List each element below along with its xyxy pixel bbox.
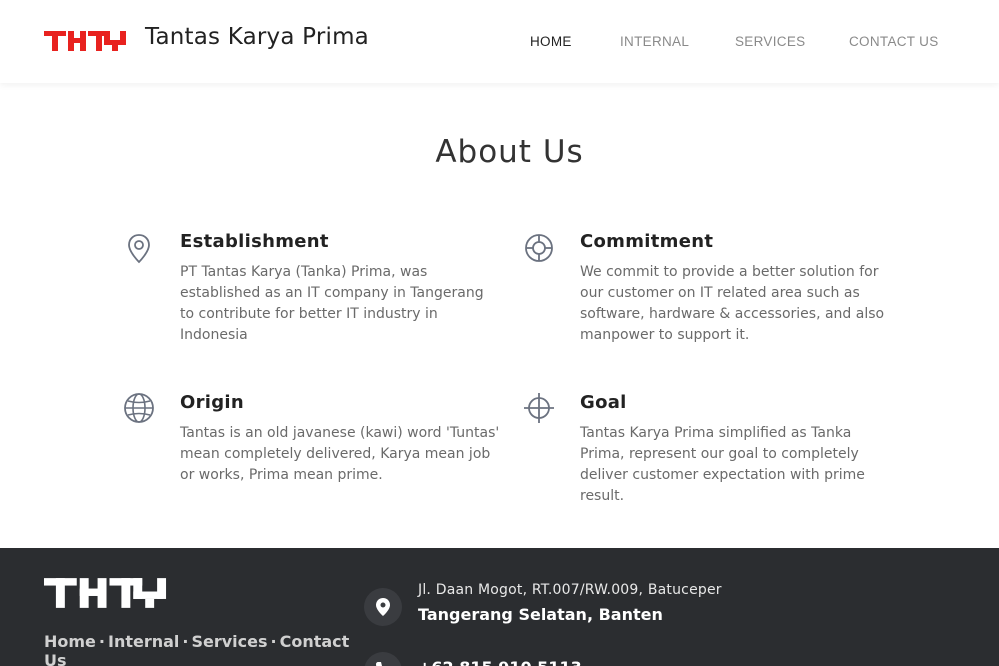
feature-title-commitment: Commitment — [580, 231, 714, 252]
lifebuoy-icon — [525, 234, 553, 262]
brand-name[interactable]: Tantas Karya Prima — [145, 24, 369, 50]
address-line-1: Jl. Daan Mogot, RT.007/RW.009, Batuceper — [418, 582, 722, 598]
footer-link-services[interactable]: Services — [191, 632, 267, 651]
crosshair-icon — [524, 393, 554, 423]
separator: · — [182, 632, 189, 651]
phone-number[interactable]: +62 815 910 5113 — [418, 658, 582, 666]
map-pin-icon — [128, 234, 150, 264]
site-header: Tantas Karya Prima HOME INTERNAL SERVICE… — [0, 0, 999, 83]
feature-text-commitment: We commit to provide a better solution f… — [580, 264, 885, 343]
feature-text-establishment: PT Tantas Karya (Tanka) Prima, was estab… — [180, 264, 484, 343]
feature-title-goal: Goal — [580, 392, 627, 413]
nav-internal[interactable]: INTERNAL — [620, 34, 689, 49]
footer-links: Home · Internal · Services · Contact Us — [44, 632, 349, 666]
address-line-2: Tangerang Selatan, Banten — [418, 605, 663, 624]
phone-button — [364, 652, 402, 666]
nav-services[interactable]: SERVICES — [735, 34, 805, 49]
site-footer: Home · Internal · Services · Contact Us Jl. Da… — [0, 548, 999, 666]
feature-title-establishment: Establishment — [180, 231, 329, 252]
nav-contact-us[interactable]: CONTACT US — [849, 34, 939, 49]
separator: · — [270, 632, 277, 651]
separator: · — [98, 632, 105, 651]
feature-text-goal: Tantas Karya Prima simplified as Tanka P… — [580, 425, 865, 504]
location-pin-icon — [376, 598, 390, 616]
nav-home[interactable]: HOME — [530, 34, 572, 49]
feature-text-origin: Tantas is an old javanese (kawi) word 'T… — [180, 425, 500, 483]
globe-icon — [124, 393, 154, 423]
footer-link-internal[interactable]: Internal — [108, 632, 179, 651]
about-title: About Us — [435, 134, 584, 170]
phone-icon — [376, 662, 382, 666]
footer-link-home[interactable]: Home — [44, 632, 96, 651]
tanka-logo[interactable] — [44, 31, 130, 51]
feature-title-origin: Origin — [180, 392, 245, 413]
location-button — [364, 588, 402, 626]
footer-logo[interactable] — [44, 578, 172, 608]
